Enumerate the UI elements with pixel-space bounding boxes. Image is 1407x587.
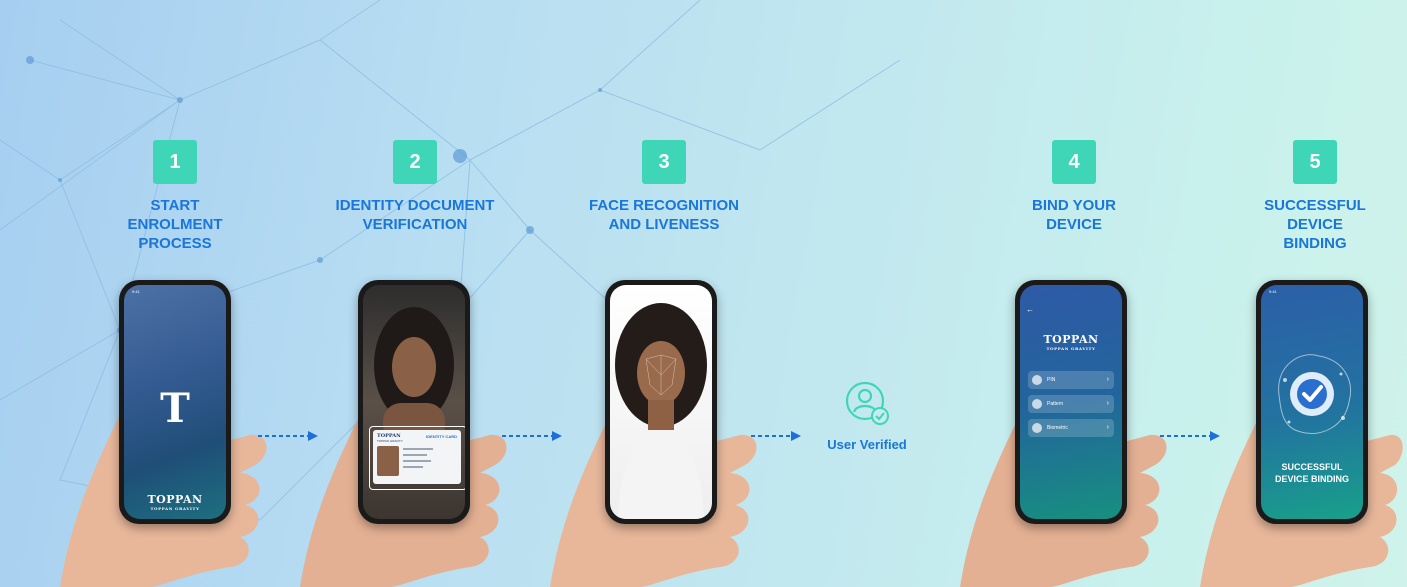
bind-option-label: Pattern bbox=[1047, 401, 1064, 407]
brand-wordmark: TOPPAN TOPPAN GRAVITY bbox=[124, 493, 226, 511]
bind-option-label: Biometric bbox=[1047, 425, 1068, 431]
brand-subtitle: TOPPAN GRAVITY bbox=[150, 506, 200, 511]
step-number-badge: 5 bbox=[1293, 140, 1337, 184]
brand-wordmark: TOPPAN TOPPAN GRAVITY bbox=[1020, 333, 1122, 351]
step-number-badge: 1 bbox=[153, 140, 197, 184]
face-photo bbox=[615, 303, 707, 519]
flow-arrow bbox=[502, 431, 562, 441]
step-4: 4 BIND YOUR DEVICE bbox=[954, 140, 1194, 234]
bind-option-biometric[interactable]: Biometric › bbox=[1028, 419, 1114, 437]
success-message: SUCCESSFUL DEVICE BINDING bbox=[1274, 462, 1349, 484]
step-label: START ENROLMENT PROCESS bbox=[127, 197, 223, 252]
step-3: 3 FACE RECOGNITION AND LIVENESS bbox=[544, 140, 784, 234]
phone-screen: 9:41 T TOPPAN TOPPAN GRAVITY bbox=[124, 285, 226, 519]
flow-arrow bbox=[258, 431, 318, 441]
step-number-badge: 3 bbox=[642, 140, 686, 184]
flow-arrow bbox=[751, 431, 801, 441]
phone-screen: ← TOPPAN TOPPAN GRAVITY PIN › Pattern › Bi… bbox=[1020, 285, 1122, 519]
success-check-icon bbox=[1278, 354, 1351, 434]
step-5: 5 SUCCESSFUL DEVICE BINDING bbox=[1195, 140, 1407, 253]
step-number-badge: 4 bbox=[1052, 140, 1096, 184]
phone-splash-screen: 9:41 T TOPPAN TOPPAN GRAVITY bbox=[119, 280, 231, 524]
status-time: 9:41 bbox=[132, 289, 140, 294]
phone-bind-device-screen: ← TOPPAN TOPPAN GRAVITY PIN › Pattern › Bi… bbox=[1015, 280, 1127, 524]
status-time: 9:41 bbox=[1269, 289, 1277, 294]
bind-option-label: PIN bbox=[1047, 377, 1056, 383]
chevron-right-icon: › bbox=[1106, 376, 1109, 383]
step-number-badge: 2 bbox=[393, 140, 437, 184]
phone-success-screen: 9:41 SUCCESSFUL DEVICE BINDING bbox=[1256, 280, 1368, 524]
bind-option-pin[interactable]: PIN › bbox=[1028, 371, 1114, 389]
pattern-icon bbox=[1032, 398, 1042, 409]
user-verified-label: User Verified bbox=[827, 437, 907, 452]
step-label: BIND YOUR DEVICE bbox=[1032, 197, 1116, 233]
phone-id-scan-screen: TOPPAN TOPPAN GRAVITY IDENTITY CARD bbox=[358, 280, 470, 524]
phone-screen: 9:41 SUCCESSFUL DEVICE BINDING bbox=[1261, 285, 1363, 519]
chevron-right-icon: › bbox=[1106, 400, 1109, 407]
scan-frame bbox=[369, 426, 465, 490]
back-arrow-icon[interactable]: ← bbox=[1026, 305, 1034, 314]
phone-screen bbox=[610, 285, 712, 519]
step-2: 2 IDENTITY DOCUMENT VERIFICATION bbox=[295, 140, 535, 234]
biometric-icon bbox=[1032, 422, 1042, 433]
step-1: 1 START ENROLMENT PROCESS bbox=[55, 140, 295, 253]
user-verified-icon bbox=[845, 381, 889, 425]
brand-name: TOPPAN bbox=[147, 493, 203, 506]
flow-arrow bbox=[1160, 431, 1220, 441]
user-verified-status: User Verified bbox=[812, 376, 922, 452]
step-label: IDENTITY DOCUMENT VERIFICATION bbox=[335, 197, 495, 233]
brand-name: TOPPAN bbox=[1043, 333, 1099, 346]
step-label: SUCCESSFUL DEVICE BINDING bbox=[1264, 197, 1366, 252]
phone-face-scan-screen bbox=[605, 280, 717, 524]
chevron-right-icon: › bbox=[1106, 424, 1109, 431]
enrolment-flow-banner: 1 START ENROLMENT PROCESS 2 IDENTITY DOC… bbox=[0, 0, 1407, 587]
bind-option-pattern[interactable]: Pattern › bbox=[1028, 395, 1114, 413]
step-label: FACE RECOGNITION AND LIVENESS bbox=[588, 197, 739, 233]
phone-screen: TOPPAN TOPPAN GRAVITY IDENTITY CARD bbox=[363, 285, 465, 519]
brand-logo-icon: T bbox=[160, 385, 190, 432]
pin-icon bbox=[1032, 374, 1042, 385]
brand-subtitle: TOPPAN GRAVITY bbox=[1046, 346, 1096, 351]
